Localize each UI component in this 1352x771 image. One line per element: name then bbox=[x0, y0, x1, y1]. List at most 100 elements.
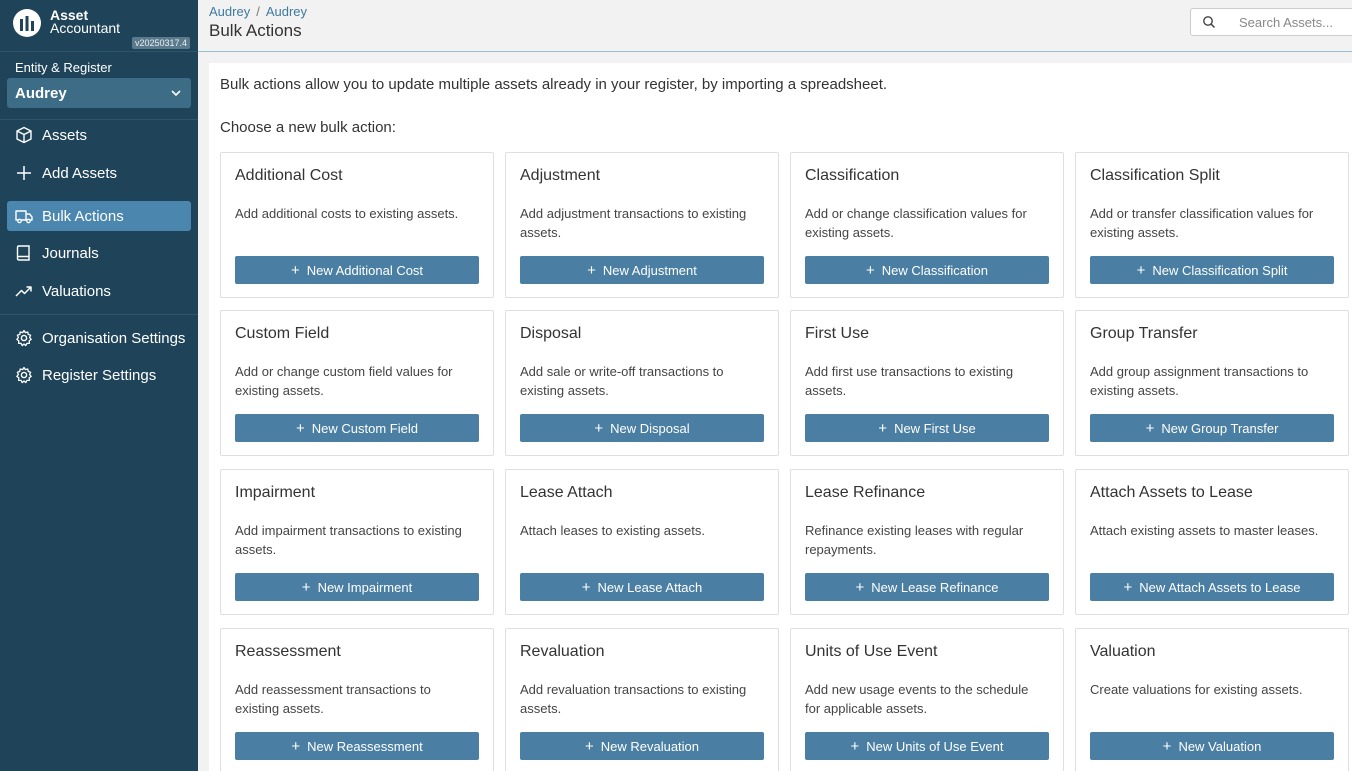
plus-icon: + bbox=[301, 578, 311, 596]
plus-icon: + bbox=[1136, 261, 1146, 279]
card-description: Add reassessment transactions to existin… bbox=[235, 682, 431, 716]
search-button[interactable] bbox=[1190, 8, 1228, 36]
card-description: Attach leases to existing assets. bbox=[520, 523, 705, 538]
bulk-action-card: Group Transfer Add group assignment trans… bbox=[1075, 310, 1349, 456]
new-bulk-action-button[interactable]: + New Adjustment bbox=[520, 256, 764, 284]
bulk-action-card: Custom Field Add or change custom field v… bbox=[220, 310, 494, 456]
bulk-action-card: Disposal Add sale or write-off transactio… bbox=[505, 310, 779, 456]
card-description: Add sale or write-off transactions to ex… bbox=[520, 364, 724, 398]
bulk-action-card: Adjustment Add adjustment transactions to… bbox=[505, 152, 779, 298]
plus-icon: + bbox=[291, 737, 301, 755]
logo-line2: Accountant bbox=[50, 20, 121, 36]
card-title: Classification bbox=[805, 167, 900, 184]
button-label: New Attach Assets to Lease bbox=[1139, 579, 1301, 595]
card-title: Custom Field bbox=[235, 325, 330, 342]
sidebar: Asset Accountant v20250317.4 Entity & Re… bbox=[0, 0, 198, 771]
card-description: Add additional costs to existing assets. bbox=[235, 206, 459, 221]
logo-icon bbox=[13, 9, 41, 37]
card-title: Attach Assets to Lease bbox=[1090, 484, 1253, 501]
new-bulk-action-button[interactable]: + New Disposal bbox=[520, 414, 764, 442]
new-bulk-action-button[interactable]: + New First Use bbox=[805, 414, 1049, 442]
button-label: New Reassessment bbox=[307, 738, 423, 754]
plus-icon: + bbox=[581, 578, 591, 596]
entity-select[interactable]: Audrey bbox=[7, 78, 191, 108]
button-label: New Classification bbox=[881, 262, 988, 278]
plus-icon: + bbox=[290, 261, 300, 279]
intro-text: Bulk actions allow you to update multipl… bbox=[220, 76, 888, 93]
bulk-action-card: Valuation Create valuations for existing … bbox=[1075, 628, 1349, 771]
card-title: Additional Cost bbox=[235, 167, 343, 184]
bulk-action-card: Units of Use Event Add new usage events t… bbox=[790, 628, 1064, 771]
new-bulk-action-button[interactable]: + New Additional Cost bbox=[235, 256, 479, 284]
plus-icon: + bbox=[584, 737, 594, 755]
card-title: Group Transfer bbox=[1090, 325, 1198, 342]
chevron-down-icon bbox=[171, 90, 181, 97]
app-logo[interactable]: Asset Accountant v20250317.4 bbox=[0, 0, 198, 52]
bulk-actions-panel: Bulk actions allow you to update multipl… bbox=[209, 63, 1352, 771]
button-label: New Lease Attach bbox=[597, 579, 703, 595]
bulk-action-card: Lease Attach Attach leases to existing as… bbox=[505, 469, 779, 615]
new-bulk-action-button[interactable]: + New Units of Use Event bbox=[805, 732, 1049, 760]
card-description: Refinance existing leases with regular r… bbox=[805, 523, 1024, 557]
bulk-action-card: Revaluation Add revaluation transactions … bbox=[505, 628, 779, 771]
sidebar-item-label: Valuations bbox=[42, 282, 111, 300]
sidebar-item-organisation-settings[interactable]: Organisation Settings bbox=[7, 323, 191, 353]
card-title: Revaluation bbox=[520, 643, 605, 660]
new-bulk-action-button[interactable]: + New Reassessment bbox=[235, 732, 479, 760]
new-bulk-action-button[interactable]: + New Lease Refinance bbox=[805, 573, 1049, 601]
sidebar-item-label: Organisation Settings bbox=[42, 329, 186, 347]
card-description: Add or change classification values for … bbox=[805, 206, 1027, 240]
button-label: New Revaluation bbox=[600, 738, 700, 754]
cube-icon bbox=[16, 126, 32, 144]
new-bulk-action-button[interactable]: + New Lease Attach bbox=[520, 573, 764, 601]
breadcrumb: Audrey / Audrey bbox=[209, 4, 307, 19]
new-bulk-action-button[interactable]: + New Revaluation bbox=[520, 732, 764, 760]
card-title: Reassessment bbox=[235, 643, 341, 660]
new-bulk-action-button[interactable]: + New Impairment bbox=[235, 573, 479, 601]
gear-icon bbox=[16, 329, 32, 347]
sidebar-item-journals[interactable]: Journals bbox=[7, 238, 191, 268]
sidebar-item-register-settings[interactable]: Register Settings bbox=[7, 360, 191, 390]
page-title: Bulk Actions bbox=[209, 21, 302, 40]
plus-icon: + bbox=[850, 737, 860, 755]
bulk-action-card: Reassessment Add reassessment transaction… bbox=[220, 628, 494, 771]
breadcrumb-link[interactable]: Audrey bbox=[209, 4, 250, 19]
bulk-action-card: Classification Split Add or transfer clas… bbox=[1075, 152, 1349, 298]
search-input[interactable] bbox=[1227, 8, 1352, 36]
card-description: Add new usage events to the schedule for… bbox=[805, 682, 1029, 716]
card-description: Add or change custom field values for ex… bbox=[235, 364, 453, 398]
card-title: Impairment bbox=[235, 484, 316, 501]
button-label: New Group Transfer bbox=[1161, 420, 1279, 436]
bulk-action-card: Additional Cost Add additional costs to e… bbox=[220, 152, 494, 298]
card-title: Disposal bbox=[520, 325, 582, 342]
sidebar-item-bulk-actions[interactable]: Bulk Actions bbox=[7, 201, 191, 231]
entity-label: Entity & Register bbox=[15, 60, 112, 75]
new-bulk-action-button[interactable]: + New Group Transfer bbox=[1090, 414, 1334, 442]
new-bulk-action-button[interactable]: + New Classification bbox=[805, 256, 1049, 284]
card-title: First Use bbox=[805, 325, 869, 342]
button-label: New Lease Refinance bbox=[871, 579, 999, 595]
card-description: Create valuations for existing assets. bbox=[1090, 682, 1303, 697]
trend-up-icon bbox=[15, 286, 32, 297]
breadcrumb-link[interactable]: Audrey bbox=[266, 4, 307, 19]
gear-icon bbox=[16, 366, 32, 384]
button-label: New Disposal bbox=[610, 420, 690, 436]
button-label: New Units of Use Event bbox=[866, 738, 1004, 754]
bulk-action-card: Classification Add or change classificati… bbox=[790, 152, 1064, 298]
bulk-action-card: First Use Add first use transactions to e… bbox=[790, 310, 1064, 456]
new-bulk-action-button[interactable]: + New Custom Field bbox=[235, 414, 479, 442]
plus-icon: + bbox=[866, 261, 875, 279]
button-label: New Additional Cost bbox=[306, 262, 424, 278]
sidebar-item-assets[interactable]: Assets bbox=[7, 120, 191, 150]
sidebar-item-label: Bulk Actions bbox=[42, 207, 124, 225]
sidebar-item-add-assets[interactable]: Add Assets bbox=[7, 158, 191, 188]
card-description: Add or transfer classification values fo… bbox=[1090, 206, 1314, 240]
plus-icon bbox=[17, 166, 31, 180]
new-bulk-action-button[interactable]: + New Valuation bbox=[1090, 732, 1334, 760]
breadcrumb-separator: / bbox=[256, 4, 260, 19]
card-description: Add adjustment transactions to existing … bbox=[520, 206, 747, 240]
sidebar-item-label: Add Assets bbox=[42, 164, 118, 182]
new-bulk-action-button[interactable]: + New Attach Assets to Lease bbox=[1090, 573, 1334, 601]
new-bulk-action-button[interactable]: + New Classification Split bbox=[1090, 256, 1334, 284]
sidebar-item-valuations[interactable]: Valuations bbox=[7, 276, 191, 306]
